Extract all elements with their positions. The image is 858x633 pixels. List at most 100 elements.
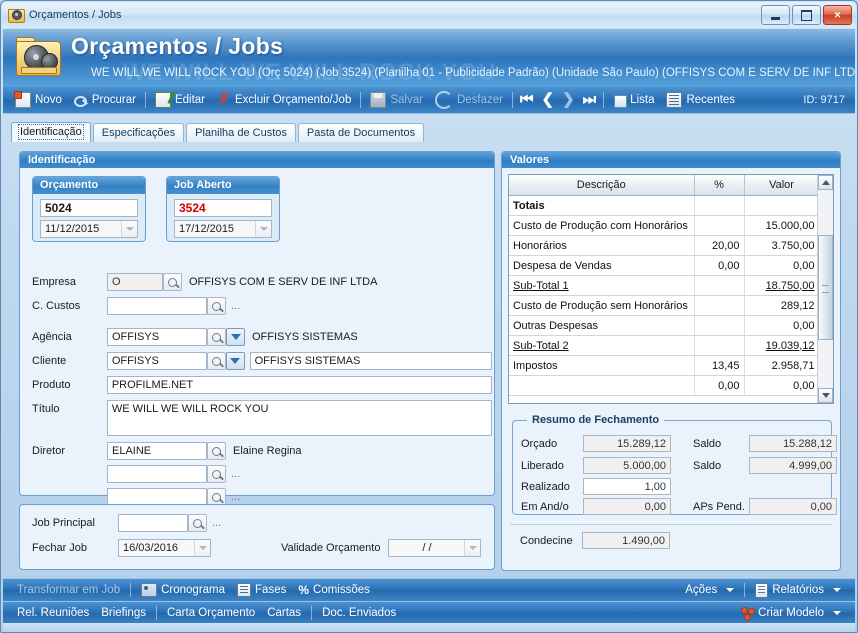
aps-value[interactable]: 0,00 — [749, 498, 837, 515]
diretor-search-icon[interactable] — [207, 442, 226, 460]
empresa-search-icon[interactable] — [163, 273, 182, 291]
ccustos-code-input[interactable] — [107, 297, 207, 315]
novo-button[interactable]: Novo — [9, 91, 68, 108]
table-row[interactable]: Sub-Total 2 19.039,12 — [509, 335, 820, 356]
procurar-button[interactable]: Procurar — [68, 93, 142, 107]
agencia-search-icon[interactable] — [207, 328, 226, 346]
orcamento-data-value: 11/12/2015 — [45, 223, 100, 235]
nav-first-icon[interactable]: ⏮ — [516, 92, 538, 107]
nav-next-icon[interactable]: ❯ — [558, 92, 579, 107]
scroll-up-icon[interactable] — [818, 175, 833, 190]
column-valor[interactable]: Valor — [744, 175, 820, 196]
close-button[interactable]: ✕ — [823, 5, 852, 25]
diretor-code-input[interactable]: ELAINE — [107, 442, 207, 460]
job-data-datepicker[interactable]: 17/12/2015 — [174, 220, 272, 238]
cell-desc — [509, 375, 695, 396]
empresa-code-input[interactable]: O — [107, 273, 163, 291]
nav-prev-icon[interactable]: ❮ — [538, 92, 559, 107]
carta-orcamento-button[interactable]: Carta Orçamento — [161, 607, 261, 619]
percent-icon: % — [298, 583, 310, 597]
table-row[interactable]: Despesa de Vendas 0,00 0,00 — [509, 255, 820, 276]
fases-button[interactable]: Fases — [231, 583, 292, 597]
cliente-search-icon[interactable] — [206, 352, 226, 370]
saldo2-value[interactable]: 4.999,00 — [749, 457, 837, 474]
agencia-label: Agência — [32, 331, 72, 343]
transformar-em-job-button[interactable]: Transformar em Job — [11, 584, 126, 596]
minimize-button[interactable] — [761, 5, 790, 25]
recentes-button[interactable]: Recentes — [660, 92, 741, 108]
extra2-desc: ... — [231, 491, 241, 503]
titulo-label: Título — [32, 403, 60, 415]
criar-modelo-button[interactable]: Criar Modelo — [735, 606, 847, 621]
job-numero-input[interactable]: 3524 — [174, 199, 272, 217]
diretor-row: Diretor ELAINE Elaine Regina — [32, 442, 492, 460]
desfazer-button[interactable]: Desfazer — [429, 91, 509, 109]
column-percent[interactable]: % — [694, 175, 745, 196]
liberado-value[interactable]: 5.000,00 — [583, 457, 671, 474]
excluir-button[interactable]: ✗ Excluir Orçamento/Job — [211, 92, 357, 107]
orcado-value[interactable]: 15.289,12 — [583, 435, 671, 452]
table-row[interactable]: Impostos 13,45 2.958,71 — [509, 355, 820, 376]
saldo1-value[interactable]: 15.288,12 — [749, 435, 837, 452]
table-row[interactable]: 0,00 0,00 — [509, 375, 820, 396]
chevron-down-icon[interactable] — [464, 540, 481, 556]
tab-identificacao[interactable]: Identificação — [11, 122, 91, 142]
ccustos-search-icon[interactable] — [207, 297, 226, 315]
scroll-down-icon[interactable] — [818, 388, 833, 403]
cell-val: 0,00 — [744, 315, 820, 336]
chevron-down-icon[interactable] — [194, 540, 210, 556]
cronograma-button[interactable]: Cronograma — [135, 583, 231, 597]
table-row[interactable]: Totais — [509, 195, 820, 216]
valores-panel-header: Valores — [502, 152, 840, 168]
acoes-menu-button[interactable]: Ações — [679, 584, 740, 596]
cliente-dropdown-icon[interactable] — [225, 352, 245, 370]
status-bar — [3, 623, 855, 632]
extra1-code-input[interactable] — [107, 465, 207, 483]
window-controls: ✕ — [761, 5, 852, 25]
nav-last-icon[interactable]: ⏭ — [579, 92, 601, 107]
table-row[interactable]: Honorários 20,00 3.750,00 — [509, 235, 820, 256]
andamento-value[interactable]: 0,00 — [583, 498, 671, 515]
extra1-search-icon[interactable] — [207, 465, 226, 483]
table-row[interactable]: Sub-Total 1 18.750,00 — [509, 275, 820, 296]
column-descricao[interactable]: Descrição — [509, 175, 695, 196]
rel-reunioes-button[interactable]: Rel. Reuniões — [11, 607, 95, 619]
agencia-dropdown-icon[interactable] — [226, 328, 245, 346]
lista-button[interactable]: Lista — [607, 94, 660, 108]
action-bar-secondary-right: Criar Modelo — [735, 606, 847, 621]
job-principal-input[interactable] — [118, 514, 188, 532]
valores-scrollbar[interactable] — [817, 175, 833, 403]
comissoes-button[interactable]: % Comissões — [292, 583, 376, 597]
table-row[interactable]: Custo de Produção sem Honorários 289,12 — [509, 295, 820, 316]
chevron-down-icon — [833, 611, 841, 615]
orcamento-data-datepicker[interactable]: 11/12/2015 — [40, 220, 138, 238]
job-principal-search-icon[interactable] — [188, 514, 207, 532]
agencia-code-input[interactable]: OFFISYS — [107, 328, 207, 346]
tab-planilha-de-custos[interactable]: Planilha de Custos — [186, 123, 296, 142]
cell-desc: Sub-Total 1 — [509, 275, 695, 296]
saldo2-label: Saldo — [693, 459, 722, 472]
cliente-code-input[interactable]: OFFISYS — [106, 352, 207, 370]
realizado-value[interactable]: 1,00 — [583, 478, 671, 495]
briefings-button[interactable]: Briefings — [95, 607, 152, 619]
editar-button[interactable]: Editar — [149, 92, 211, 108]
relatorios-menu-button[interactable]: Relatórios — [749, 582, 847, 598]
table-row[interactable]: Custo de Produção com Honorários 15.000,… — [509, 215, 820, 236]
titulo-input[interactable]: WE WILL WE WILL ROCK YOU — [106, 400, 492, 436]
chevron-down-icon[interactable] — [255, 221, 271, 237]
fechar-job-datepicker[interactable]: 16/03/2016 — [118, 539, 211, 557]
doc-enviados-button[interactable]: Doc. Enviados — [316, 607, 402, 619]
produto-input[interactable]: PROFILME.NET — [106, 376, 492, 394]
tab-pasta-de-documentos[interactable]: Pasta de Documentos — [297, 123, 425, 142]
salvar-button[interactable]: Salvar — [364, 92, 429, 108]
orcamento-numero-input[interactable]: 5024 — [40, 199, 138, 217]
scrollbar-thumb[interactable] — [818, 235, 833, 340]
cartas-button[interactable]: Cartas — [261, 607, 307, 619]
maximize-button[interactable] — [792, 5, 821, 25]
tab-especificacoes[interactable]: Especificações — [92, 123, 185, 142]
condecine-value[interactable]: 1.490,00 — [582, 532, 670, 549]
chevron-down-icon[interactable] — [121, 221, 137, 237]
table-row[interactable]: Outras Despesas 0,00 — [509, 315, 820, 336]
validade-datepicker[interactable]: / / — [388, 539, 482, 557]
cliente-desc-input[interactable]: OFFISYS SISTEMAS — [249, 352, 493, 370]
